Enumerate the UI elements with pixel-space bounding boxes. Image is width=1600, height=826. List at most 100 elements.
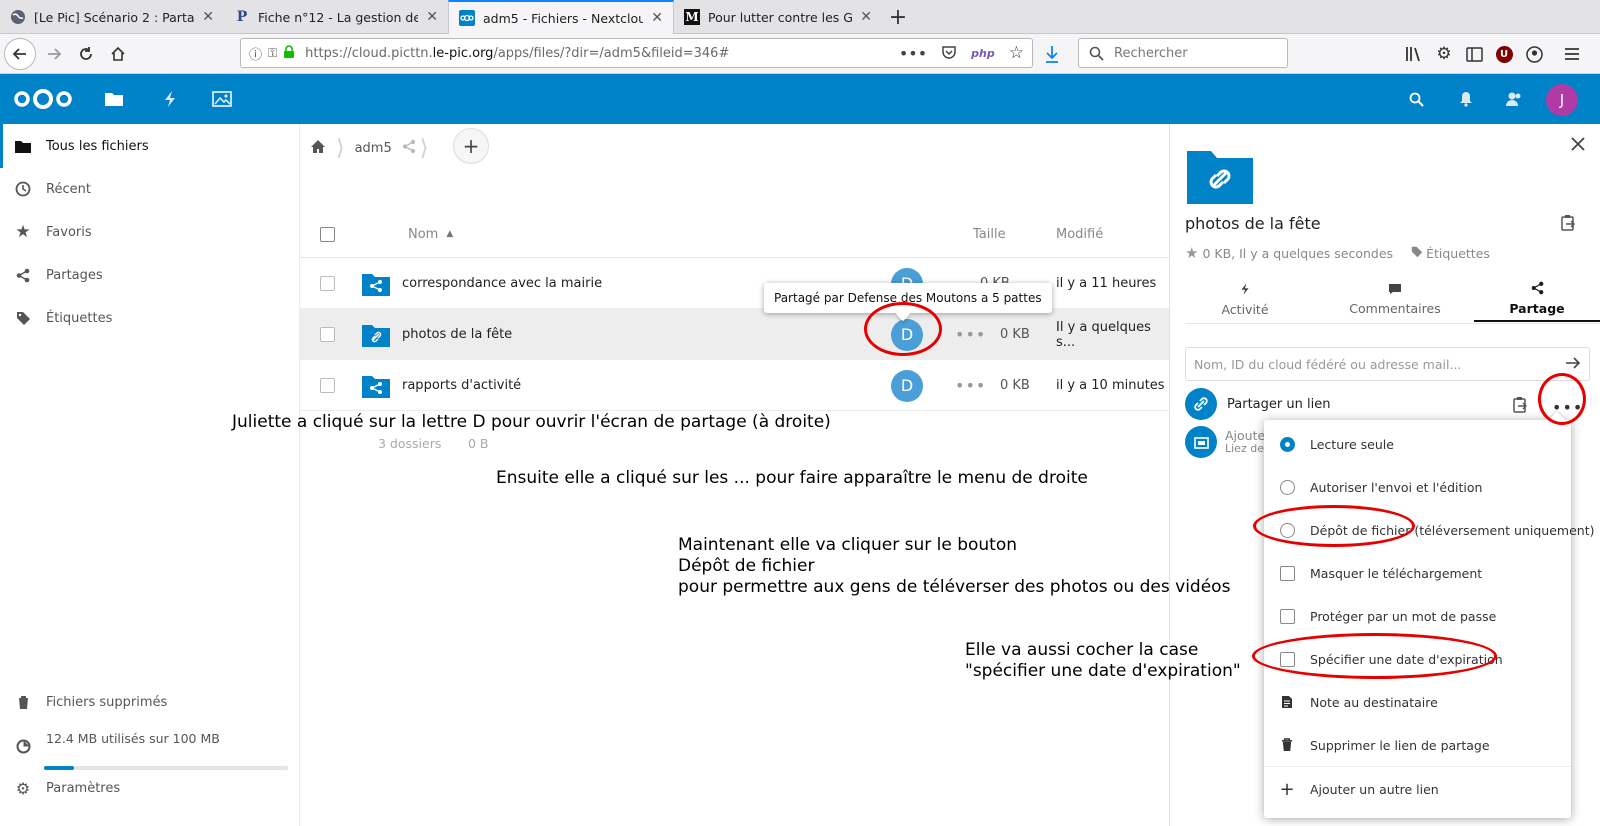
new-file-button[interactable]: + <box>453 128 489 164</box>
pocket-icon[interactable] <box>941 44 957 63</box>
option-hide-download[interactable]: Masquer le téléchargement <box>1264 551 1571 595</box>
contacts-icon[interactable] <box>1502 74 1526 124</box>
row-checkbox[interactable] <box>320 258 335 309</box>
option-delete-link[interactable]: Supprimer le lien de partage <box>1264 723 1571 767</box>
nav-item-favorites[interactable]: ★ Favoris <box>0 210 299 254</box>
copy-link-icon[interactable] <box>1560 214 1576 235</box>
nav-item-trash[interactable]: Fichiers supprimés <box>0 680 299 724</box>
sidebar-meta: ★ 0 KB, Il y a quelques secondes Étiquet… <box>1185 244 1490 262</box>
share-input-placeholder: Nom, ID du cloud fédéré ou adresse mail.… <box>1194 356 1462 372</box>
nav-item-label: Paramètres <box>46 780 121 796</box>
forward-button[interactable] <box>38 38 70 70</box>
php-badge[interactable]: php <box>971 47 995 60</box>
tab-title: [Le Pic] Scénario 2 : Partage d <box>34 9 195 25</box>
column-size[interactable]: Taille <box>973 210 1006 258</box>
select-all-checkbox[interactable] <box>320 210 335 258</box>
close-icon[interactable]: ✕ <box>426 9 438 25</box>
browser-tab-lepic-scenario[interactable]: [Le Pic] Scénario 2 : Partage d ✕ <box>0 0 224 34</box>
browser-tab-nextcloud[interactable]: adm5 - Fichiers - Nextcloud ✕ <box>448 0 674 34</box>
account-icon[interactable] <box>1524 44 1544 64</box>
tab-label: Commentaires <box>1349 300 1441 316</box>
browser-tab-fiche[interactable]: P Fiche n°12 - La gestion des im ✕ <box>224 0 448 34</box>
library-icon[interactable] <box>1404 44 1424 64</box>
share-icon[interactable] <box>402 139 416 158</box>
back-button[interactable] <box>4 38 36 70</box>
column-name[interactable]: Nom ▲ <box>408 210 453 258</box>
option-allow-upload-edit[interactable]: Autoriser l'envoi et l'édition <box>1264 465 1571 509</box>
option-add-another-link[interactable]: + Ajouter un autre lien <box>1264 767 1571 811</box>
search-icon[interactable] <box>1404 74 1428 124</box>
tab-sharing[interactable]: Partage <box>1474 276 1600 322</box>
radio-button[interactable] <box>1278 521 1296 539</box>
file-row[interactable]: rapports d'activité D ••• 0 KB il y a 10… <box>300 360 1169 411</box>
nav-item-settings[interactable]: ⚙ Paramètres <box>0 766 299 810</box>
download-icon[interactable] <box>1042 44 1062 64</box>
option-password-protect[interactable]: Protéger par un mot de passe <box>1264 594 1571 638</box>
file-name[interactable]: correspondance avec la mairie <box>402 258 602 309</box>
checkbox[interactable] <box>1278 607 1296 625</box>
file-actions-menu[interactable]: ••• <box>955 360 986 411</box>
files-app-icon[interactable] <box>100 74 128 124</box>
nav-item-tags[interactable]: Étiquettes <box>0 296 299 340</box>
nextcloud-logo[interactable] <box>12 74 74 124</box>
tab-activity[interactable]: Activité <box>1185 276 1305 322</box>
key-icon[interactable]: ⚿ <box>268 46 277 61</box>
quota-progress-fill <box>44 766 75 770</box>
nav-item-shares[interactable]: Partages <box>0 253 299 297</box>
row-checkbox[interactable] <box>320 309 335 360</box>
browser-search-input[interactable]: Rechercher <box>1078 38 1288 68</box>
info-icon[interactable]: ⓘ <box>249 44 262 63</box>
checkbox[interactable] <box>1278 650 1296 668</box>
option-expiration-date[interactable]: Spécifier une date d'expiration <box>1264 637 1571 681</box>
close-icon[interactable] <box>1568 134 1588 154</box>
option-file-drop[interactable]: Dépôt de fichier (téléversement uniqueme… <box>1264 508 1594 552</box>
notifications-bell-icon[interactable] <box>1454 74 1478 124</box>
browser-tab-lemonde[interactable]: M Pour lutter contre les GAFA, F ✕ <box>674 0 882 34</box>
add-share-entry[interactable]: Ajoute Liez des <box>1185 426 1270 458</box>
radio-button[interactable] <box>1278 478 1296 496</box>
activity-icon[interactable] <box>156 74 184 124</box>
reload-button[interactable] <box>70 38 102 70</box>
tags-link[interactable]: Étiquettes <box>1426 246 1490 261</box>
file-actions-menu[interactable]: ••• <box>955 309 986 360</box>
share-with-input[interactable]: Nom, ID du cloud fédéré ou adresse mail.… <box>1185 347 1590 381</box>
sidebar-icon[interactable] <box>1464 44 1484 64</box>
close-icon[interactable]: ✕ <box>202 9 214 25</box>
file-name[interactable]: rapports d'activité <box>402 360 521 411</box>
ublock-icon[interactable]: U <box>1494 44 1514 64</box>
option-label: Protéger par un mot de passe <box>1310 608 1497 624</box>
nav-item-all-files[interactable]: Tous les fichiers <box>0 124 299 168</box>
row-checkbox[interactable] <box>320 360 335 411</box>
bookmark-star-icon[interactable]: ☆ <box>1009 43 1024 63</box>
breadcrumb: ⟩ adm5 ⟩ <box>310 128 438 168</box>
radio-button-checked[interactable] <box>1278 435 1296 453</box>
gear-icon[interactable]: ⚙ <box>1434 44 1454 64</box>
file-row[interactable]: photos de la fête D ••• 0 KB Il y a quel… <box>300 309 1169 360</box>
page-actions-icon[interactable]: ••• <box>899 44 927 63</box>
column-modified[interactable]: Modifié <box>1056 210 1103 258</box>
home-icon[interactable] <box>310 139 326 158</box>
home-button[interactable] <box>102 38 134 70</box>
arrow-right-icon[interactable] <box>1565 356 1581 373</box>
file-name[interactable]: photos de la fête <box>402 309 512 360</box>
link-folder-icon <box>1187 148 1253 204</box>
tab-comments[interactable]: Commentaires <box>1320 276 1470 322</box>
nav-item-recent[interactable]: Récent <box>0 167 299 211</box>
star-icon[interactable]: ★ <box>1185 244 1198 262</box>
quota-progress-bar <box>44 766 288 770</box>
url-bar[interactable]: ⓘ ⚿ https://cloud.picttn.le-pic.org/apps… <box>240 38 1033 68</box>
folder-icon <box>14 137 32 155</box>
option-read-only[interactable]: Lecture seule <box>1264 422 1571 466</box>
sharer-avatar[interactable]: D <box>891 360 923 411</box>
gallery-icon[interactable] <box>208 74 236 124</box>
globe-icon <box>10 9 26 25</box>
copy-link-icon[interactable] <box>1512 396 1528 417</box>
close-icon[interactable]: ✕ <box>651 10 663 26</box>
checkbox[interactable] <box>1278 564 1296 582</box>
breadcrumb-item[interactable]: adm5 <box>355 141 392 156</box>
menu-hamburger-icon[interactable] <box>1562 44 1582 64</box>
user-avatar[interactable]: J <box>1546 84 1578 116</box>
option-note-recipient[interactable]: Note au destinataire <box>1264 680 1571 724</box>
close-icon[interactable]: ✕ <box>860 9 872 25</box>
new-tab-button[interactable]: + <box>884 3 912 31</box>
